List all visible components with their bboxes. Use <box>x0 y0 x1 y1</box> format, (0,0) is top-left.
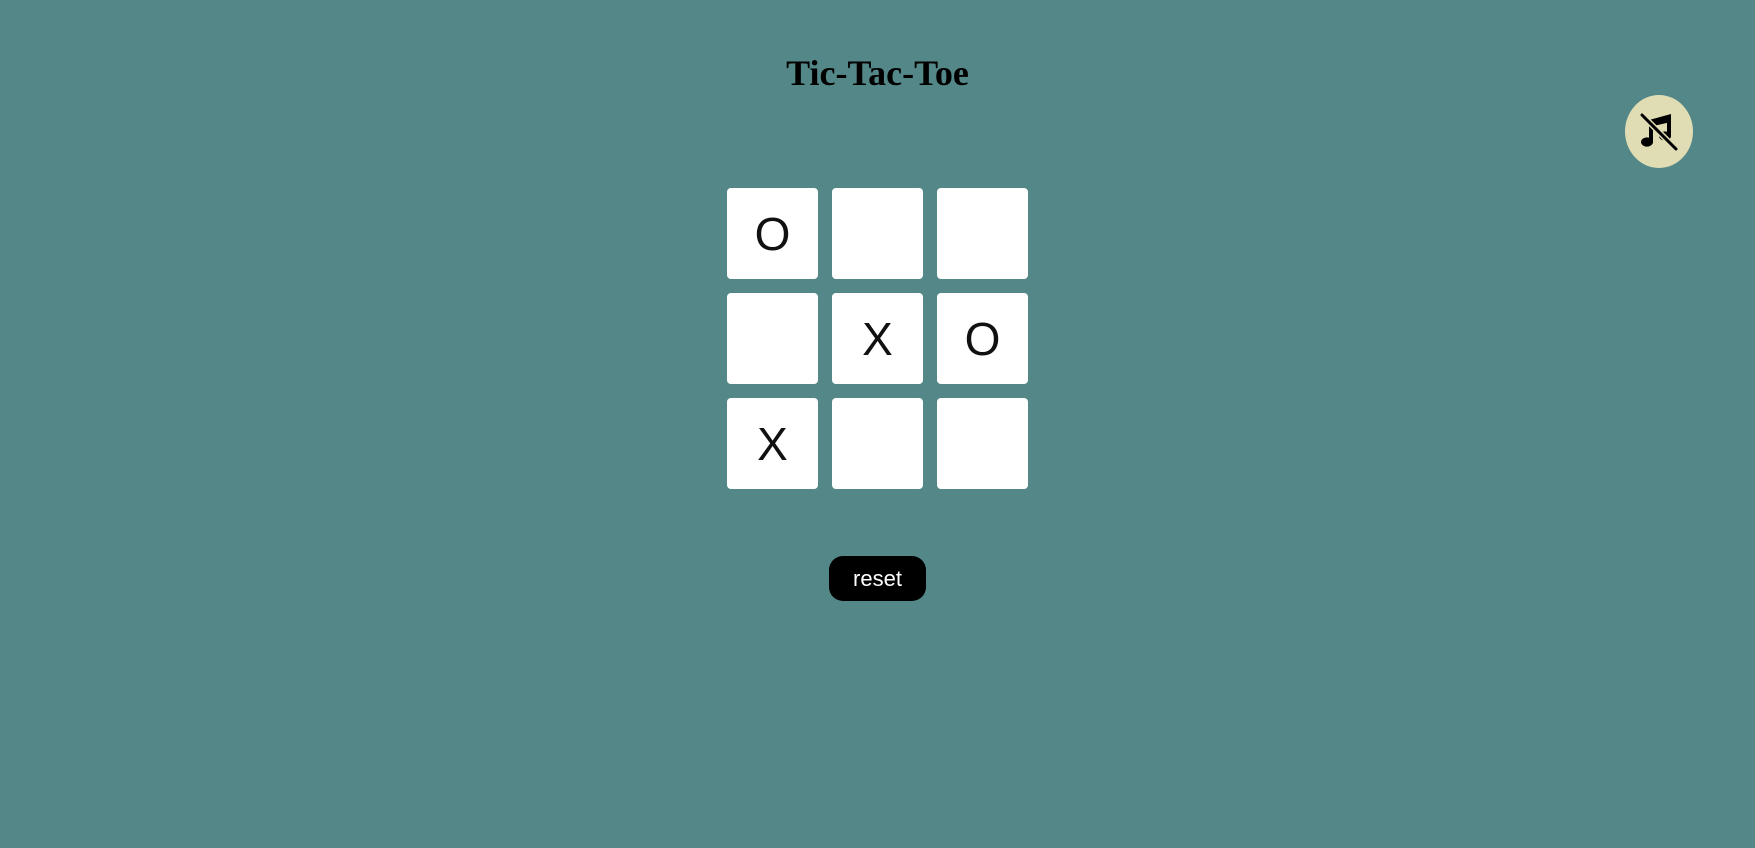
music-off-icon <box>1639 111 1679 152</box>
board-cell[interactable]: O <box>727 188 818 279</box>
board-cell[interactable]: O <box>937 293 1028 384</box>
board-cell[interactable]: X <box>727 398 818 489</box>
board-cell[interactable]: X <box>832 293 923 384</box>
music-toggle-button[interactable] <box>1625 95 1693 168</box>
page-title: Tic-Tac-Toe <box>786 53 969 93</box>
board-cell[interactable] <box>937 188 1028 279</box>
board-cell[interactable] <box>937 398 1028 489</box>
board-cell[interactable] <box>832 398 923 489</box>
board-cell[interactable] <box>727 293 818 384</box>
board-cell[interactable] <box>832 188 923 279</box>
game-board: O X O X <box>727 188 1028 489</box>
reset-button[interactable]: reset <box>829 556 926 601</box>
